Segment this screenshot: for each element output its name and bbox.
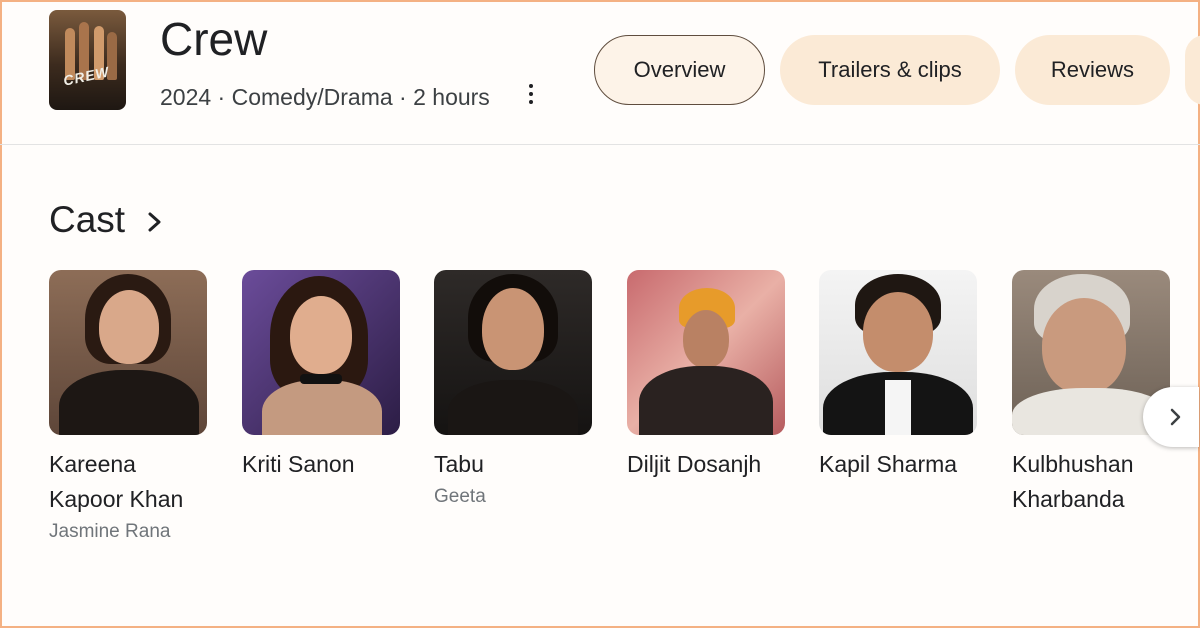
tab-label: Overview	[633, 57, 726, 82]
cast-name: Kriti Sanon	[242, 451, 355, 477]
tab-label: Trailers & clips	[818, 57, 962, 82]
movie-meta: 2024 · Comedy/Drama · 2 hours	[160, 84, 490, 110]
cast-card-tabu[interactable]: Tabu Geeta	[434, 270, 592, 508]
cast-card-kareena-kapoor-khan[interactable]: Kareena Kapoor Khan Jasmine Rana	[49, 270, 207, 543]
cast-name: Tabu	[434, 451, 484, 477]
movie-poster[interactable]: CREW	[49, 10, 126, 110]
more-vert-icon[interactable]	[524, 82, 538, 106]
cast-name: Kulbhushan Kharbanda	[1012, 451, 1134, 512]
tab-overview[interactable]: Overview	[594, 35, 765, 105]
cast-photo	[49, 270, 207, 435]
carousel-next-button[interactable]	[1143, 387, 1199, 447]
cast-role: Geeta	[434, 486, 486, 507]
cast-photo	[627, 270, 785, 435]
cast-role: Jasmine Rana	[49, 521, 171, 542]
cast-card-kulbhushan-kharbanda[interactable]: Kulbhushan Kharbanda	[1012, 270, 1170, 521]
cast-heading[interactable]: Cast	[49, 200, 125, 240]
movie-header: CREW Crew 2024 · Comedy/Drama · 2 hours …	[0, 0, 1200, 145]
chevron-right-icon	[1170, 408, 1181, 426]
cast-photo	[819, 270, 977, 435]
cast-card-kapil-sharma[interactable]: Kapil Sharma	[819, 270, 977, 486]
chevron-right-icon[interactable]	[146, 210, 164, 234]
tab-trailers-clips[interactable]: Trailers & clips	[780, 35, 1000, 105]
cast-name: Kapil Sharma	[819, 451, 958, 477]
cast-photo	[242, 270, 400, 435]
movie-title: Crew	[160, 13, 268, 65]
cast-name: Diljit Dosanjh	[627, 451, 762, 477]
cast-photo	[434, 270, 592, 435]
tab-reviews[interactable]: Reviews	[1015, 35, 1170, 105]
cast-card-kriti-sanon[interactable]: Kriti Sanon	[242, 270, 400, 486]
cast-name: Kareena Kapoor Khan	[49, 451, 184, 512]
cast-card-diljit-dosanjh[interactable]: Diljit Dosanjh	[627, 270, 785, 486]
tab-label: Reviews	[1050, 57, 1135, 82]
tab-next-partial[interactable]	[1185, 35, 1200, 105]
